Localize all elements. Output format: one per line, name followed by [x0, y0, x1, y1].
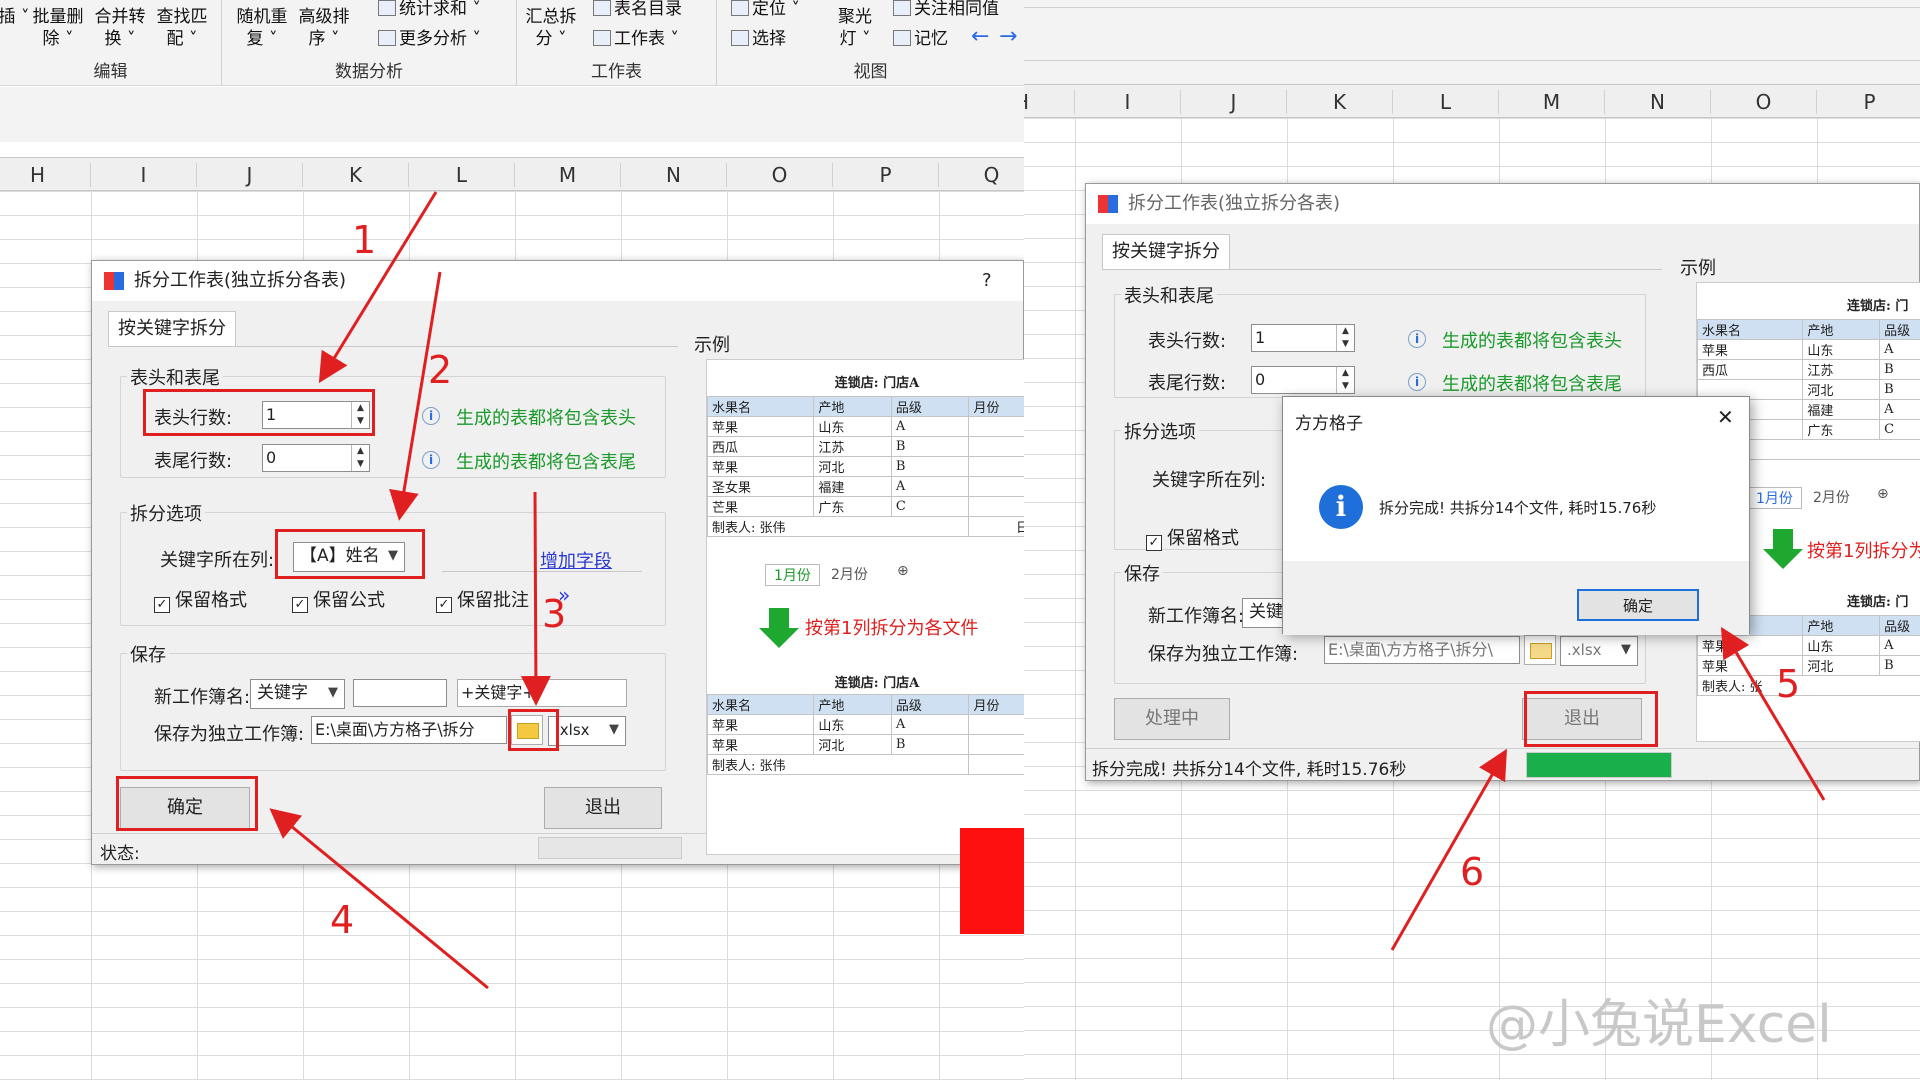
arrow-step-3 — [535, 492, 536, 700]
arrow-step-5 — [1724, 632, 1824, 800]
annotation-arrows — [1024, 0, 1920, 1080]
right-screenshot: H I J K L M N O P 拆分工作表(独立拆分各表) 按关键字拆分 示… — [1024, 0, 1920, 1080]
arrow-step-1 — [322, 192, 436, 378]
left-screenshot: 插 ˅ 批量删 除 ˅ 合并转 换 ˅ 查找匹 配 ˅ 编辑 随机重 复 ˅ 高… — [0, 0, 1024, 1080]
annotation-arrows — [0, 0, 1024, 1080]
watermark: @小兔说Excel — [1486, 982, 1832, 1057]
arrow-step-6 — [1392, 754, 1504, 950]
arrow-step-2 — [400, 272, 440, 515]
arrow-step-4 — [274, 812, 488, 988]
